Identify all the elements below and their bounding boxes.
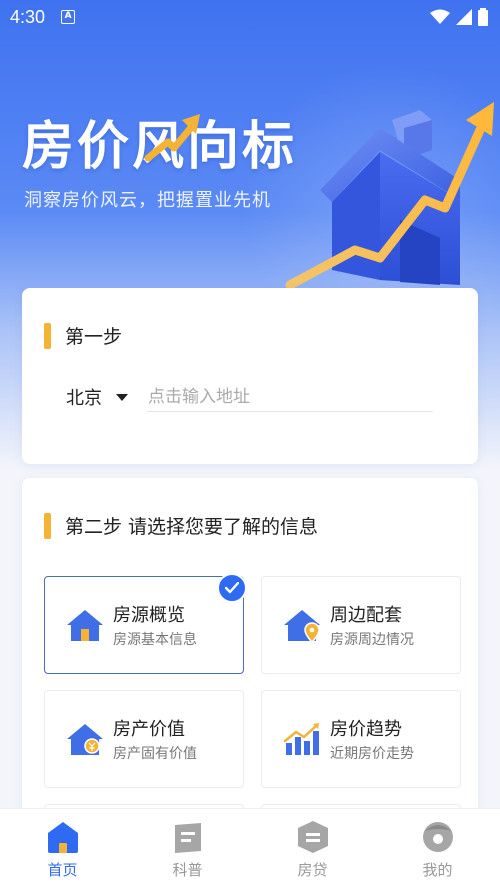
nav-loan[interactable]: 房贷 (250, 809, 375, 888)
loan-icon (297, 821, 328, 853)
option-subtitle: 近期房价走势 (330, 746, 414, 762)
status-time: 4:30 (10, 6, 46, 27)
trend-chart-icon (283, 723, 319, 755)
signal-icon (456, 9, 472, 25)
nav-label: 我的 (422, 861, 453, 879)
city-selector[interactable]: 北京 (66, 384, 128, 410)
option-title: 周边配套 (330, 605, 402, 626)
step1-header: 第一步 (44, 322, 122, 349)
step-indicator-bar (44, 322, 51, 349)
step1-card: 第一步 北京 (22, 288, 478, 464)
option-title: 房源概览 (113, 605, 185, 626)
step-indicator-bar (44, 512, 51, 539)
nav-label: 首页 (47, 861, 78, 879)
option-title: 房价趋势 (330, 719, 402, 740)
nav-science[interactable]: 科普 (125, 809, 250, 888)
trend-arrow-icon (144, 114, 200, 162)
step1-title: 第一步 (65, 326, 123, 348)
check-icon (217, 573, 247, 603)
option-subtitle: 房产固有价值 (113, 746, 197, 762)
book-icon (174, 823, 201, 853)
home-icon (47, 822, 78, 853)
step2-title: 第二步 请选择您要了解的信息 (65, 516, 319, 538)
address-input[interactable] (147, 382, 433, 412)
house-location-icon (284, 610, 320, 643)
option-house-overview[interactable]: 房源概览 房源基本信息 (44, 573, 247, 674)
nav-label: 房贷 (297, 861, 328, 879)
status-bar: 4:30 A (0, 0, 500, 34)
option-property-value[interactable]: 房产价值 房产固有价值 (44, 690, 244, 788)
nav-home[interactable]: 首页 (0, 809, 125, 888)
option-subtitle: 房源周边情况 (330, 632, 414, 648)
a-icon: A (61, 10, 76, 24)
nav-profile[interactable]: 我的 (375, 809, 500, 888)
option-subtitle: 房源基本信息 (113, 632, 197, 648)
option-surroundings[interactable]: 周边配套 房源周边情况 (261, 576, 461, 674)
option-title: 房产价值 (113, 719, 185, 740)
house-icon (67, 610, 103, 641)
hero-subtitle: 洞察房价风云，把握置业先机 (24, 190, 271, 211)
nav-label: 科普 (172, 861, 203, 879)
house-value-icon (67, 724, 103, 755)
city-label[interactable]: 北京 (66, 384, 102, 410)
bottom-nav: 首页 科普 房贷 我的 (0, 808, 500, 888)
profile-icon (422, 822, 453, 852)
step2-header: 第二步 请选择您要了解的信息 (44, 512, 318, 539)
option-price-trend[interactable]: 房价趋势 近期房价走势 (261, 690, 461, 788)
step2-card: 第二步 请选择您要了解的信息 房源概览 房源基本信息 周边配套 房源周边情况 房… (22, 478, 478, 838)
caret-down-icon[interactable] (116, 393, 128, 401)
wifi-icon (430, 9, 450, 24)
battery-icon (478, 8, 488, 26)
